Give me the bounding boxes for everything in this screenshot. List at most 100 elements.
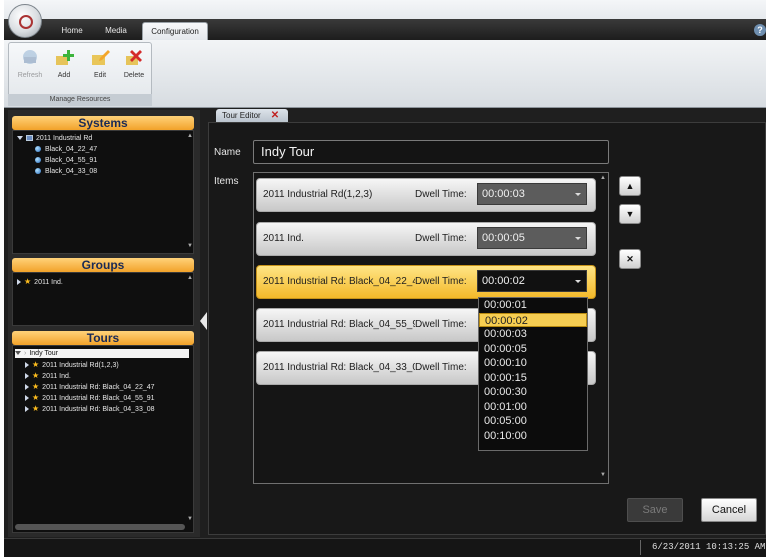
item-name: 2011 Industrial Rd(1,2,3) <box>263 189 373 200</box>
camera-label: Black_04_22_47 <box>45 146 98 153</box>
star-icon: ★ <box>32 371 40 380</box>
star-icon: ★ <box>24 277 32 286</box>
manage-resources-label: Manage Resources <box>8 94 152 106</box>
system-camera-1[interactable]: Black_04_22_47 <box>35 145 97 154</box>
dwell-time-label: Dwell Time: <box>415 276 467 287</box>
move-down-button[interactable]: ▼ <box>619 204 641 224</box>
dropdown-option[interactable]: 00:00:15 <box>479 371 587 386</box>
dwell-time-select[interactable]: 00:00:03 <box>477 183 587 205</box>
tab-home[interactable]: Home <box>54 22 90 40</box>
dropdown-option[interactable]: 00:00:01 <box>479 298 587 313</box>
tour-name-input[interactable]: Indy Tour <box>253 140 609 164</box>
tour-item-2[interactable]: ★ 2011 Ind. <box>25 371 71 380</box>
dwell-time-label: Dwell Time: <box>415 319 467 330</box>
add-label: Add <box>57 72 71 79</box>
tour-item-label: 2011 Industrial Rd: Black_04_22_47 <box>42 384 155 391</box>
tour-item-row[interactable]: 2011 Ind. Dwell Time: 00:00:05 <box>256 222 596 256</box>
tour-root-node[interactable]: › Indy Tour <box>15 349 189 358</box>
scroll-down-icon[interactable]: ▼ <box>187 516 193 522</box>
save-button[interactable]: Save <box>627 498 683 522</box>
item-name: 2011 Industrial Rd: Black_04_22_47 <box>263 276 415 287</box>
scroll-down-icon[interactable]: ▼ <box>187 243 193 249</box>
tour-item-row-selected[interactable]: 2011 Industrial Rd: Black_04_22_47 Dwell… <box>256 265 596 299</box>
expand-icon[interactable] <box>25 384 29 391</box>
item-name: 2011 Ind. <box>263 233 304 244</box>
items-label: Items <box>214 176 239 187</box>
star-icon: ★ <box>32 404 40 413</box>
dwell-time-label: Dwell Time: <box>415 189 467 200</box>
cancel-button[interactable]: Cancel <box>701 498 757 522</box>
tour-item-label: 2011 Industrial Rd: Black_04_55_91 <box>42 395 155 402</box>
tab-configuration[interactable]: Configuration <box>142 22 208 40</box>
dwell-time-value: 00:00:02 <box>482 275 525 287</box>
name-label: Name <box>214 147 241 158</box>
expand-icon[interactable] <box>25 362 29 369</box>
system-camera-2[interactable]: Black_04_55_91 <box>35 156 97 165</box>
dropdown-option[interactable]: 00:01:00 <box>479 400 587 415</box>
systems-root-label: 2011 Industrial Rd <box>36 135 93 142</box>
groups-header: Groups <box>12 258 194 272</box>
dwell-time-label: Dwell Time: <box>415 233 467 244</box>
expand-icon[interactable] <box>15 351 21 356</box>
expand-icon[interactable] <box>17 136 23 141</box>
add-button[interactable]: Add <box>50 48 78 88</box>
refresh-button[interactable]: Refresh <box>16 48 44 88</box>
tour-item-4[interactable]: ★ 2011 Industrial Rd: Black_04_55_91 <box>25 393 155 402</box>
star-icon: ★ <box>32 360 40 369</box>
tab-media[interactable]: Media <box>98 22 134 40</box>
expand-icon[interactable] <box>25 406 29 413</box>
tour-item-5[interactable]: ★ 2011 Industrial Rd: Black_04_33_08 <box>25 404 155 413</box>
group-item[interactable]: ★ 2011 Ind. <box>17 277 63 286</box>
dropdown-option[interactable]: 00:00:30 <box>479 385 587 400</box>
scroll-up-icon[interactable]: ▲ <box>600 175 606 181</box>
dwell-time-select[interactable]: 00:00:05 <box>477 227 587 249</box>
tour-icon: › <box>24 350 27 357</box>
app-logo-icon <box>19 15 33 29</box>
dwell-time-select[interactable]: 00:00:02 <box>477 270 587 292</box>
status-divider <box>640 540 641 555</box>
delete-icon <box>126 50 142 65</box>
dropdown-option-highlighted[interactable]: 00:00:02 <box>479 312 587 327</box>
application-orb-button[interactable] <box>8 4 42 38</box>
close-icon: ✕ <box>626 254 634 264</box>
systems-tree: 2011 Industrial Rd Black_04_22_47 Black_… <box>12 130 194 254</box>
expand-icon[interactable] <box>17 279 21 286</box>
horizontal-scrollbar[interactable] <box>15 524 185 530</box>
system-camera-3[interactable]: Black_04_33_08 <box>35 167 97 176</box>
dropdown-option[interactable]: 00:05:00 <box>479 414 587 429</box>
scroll-up-icon[interactable]: ▲ <box>187 275 193 281</box>
edit-icon <box>92 50 110 65</box>
arrow-up-icon: ▲ <box>625 181 635 191</box>
tour-item-row[interactable]: 2011 Industrial Rd(1,2,3) Dwell Time: 00… <box>256 178 596 212</box>
refresh-label: Refresh <box>17 72 43 79</box>
edit-button[interactable]: Edit <box>86 48 114 88</box>
tour-item-1[interactable]: ★ 2011 Industrial Rd(1,2,3) <box>25 360 119 369</box>
dropdown-option[interactable]: 00:10:00 <box>479 429 587 444</box>
expand-icon[interactable] <box>25 373 29 380</box>
help-icon[interactable]: ? <box>754 24 766 36</box>
camera-label: Black_04_55_91 <box>45 157 98 164</box>
star-icon: ★ <box>32 393 40 402</box>
refresh-icon <box>23 50 37 64</box>
dropdown-option[interactable]: 00:00:03 <box>479 327 587 342</box>
delete-button[interactable]: Delete <box>120 48 148 88</box>
collapse-sidebar-icon[interactable] <box>200 312 207 330</box>
systems-root-node[interactable]: 2011 Industrial Rd <box>17 134 92 143</box>
dropdown-option[interactable]: 00:00:05 <box>479 342 587 357</box>
dwell-time-value: 00:00:05 <box>482 232 525 244</box>
expand-icon[interactable] <box>25 395 29 402</box>
edit-label: Edit <box>93 72 107 79</box>
chevron-down-icon <box>575 280 581 283</box>
scroll-up-icon[interactable]: ▲ <box>187 133 193 139</box>
close-tab-icon[interactable]: ✕ <box>270 111 280 121</box>
app-window: Home Media Configuration ? Refresh Add E… <box>4 0 766 557</box>
remove-item-button[interactable]: ✕ <box>619 249 641 269</box>
tours-header: Tours <box>12 331 194 345</box>
scroll-down-icon[interactable]: ▼ <box>600 472 606 478</box>
move-up-button[interactable]: ▲ <box>619 176 641 196</box>
dropdown-option[interactable]: 00:00:10 <box>479 356 587 371</box>
tour-item-label: 2011 Industrial Rd: Black_04_33_08 <box>42 406 155 413</box>
status-datetime: 6/23/2011 10:13:25 AM <box>652 542 766 552</box>
server-icon <box>26 135 33 142</box>
tour-item-3[interactable]: ★ 2011 Industrial Rd: Black_04_22_47 <box>25 382 155 391</box>
